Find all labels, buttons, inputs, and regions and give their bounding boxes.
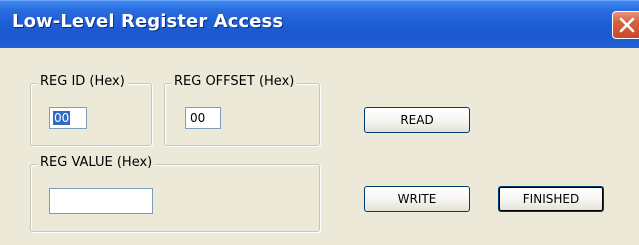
reg-value-label: REG VALUE (Hex)	[37, 155, 156, 170]
finished-button[interactable]: FINISHED	[498, 186, 604, 212]
close-button[interactable]	[612, 11, 639, 39]
dialog-window: Low-Level Register Access REG ID (Hex) 0…	[0, 0, 639, 245]
reg-value-group: REG VALUE (Hex)	[30, 155, 320, 232]
reg-id-input[interactable]: 00	[49, 107, 87, 129]
read-button-label: READ	[400, 113, 434, 127]
close-icon	[619, 17, 635, 33]
reg-id-value: 00	[53, 111, 71, 125]
reg-offset-value: 00	[190, 111, 206, 125]
reg-value-input[interactable]	[49, 188, 153, 214]
reg-offset-label: REG OFFSET (Hex)	[171, 74, 298, 89]
write-button-label: WRITE	[397, 192, 437, 206]
read-button[interactable]: READ	[364, 107, 470, 133]
reg-offset-input[interactable]: 00	[185, 107, 221, 129]
reg-id-group: REG ID (Hex) 00	[30, 74, 152, 146]
reg-id-label: REG ID (Hex)	[37, 74, 128, 89]
title-bar[interactable]: Low-Level Register Access	[0, 0, 639, 48]
finished-button-label: FINISHED	[522, 192, 580, 206]
write-button[interactable]: WRITE	[364, 186, 470, 212]
window-title: Low-Level Register Access	[12, 11, 284, 32]
reg-offset-group: REG OFFSET (Hex) 00	[164, 74, 320, 146]
